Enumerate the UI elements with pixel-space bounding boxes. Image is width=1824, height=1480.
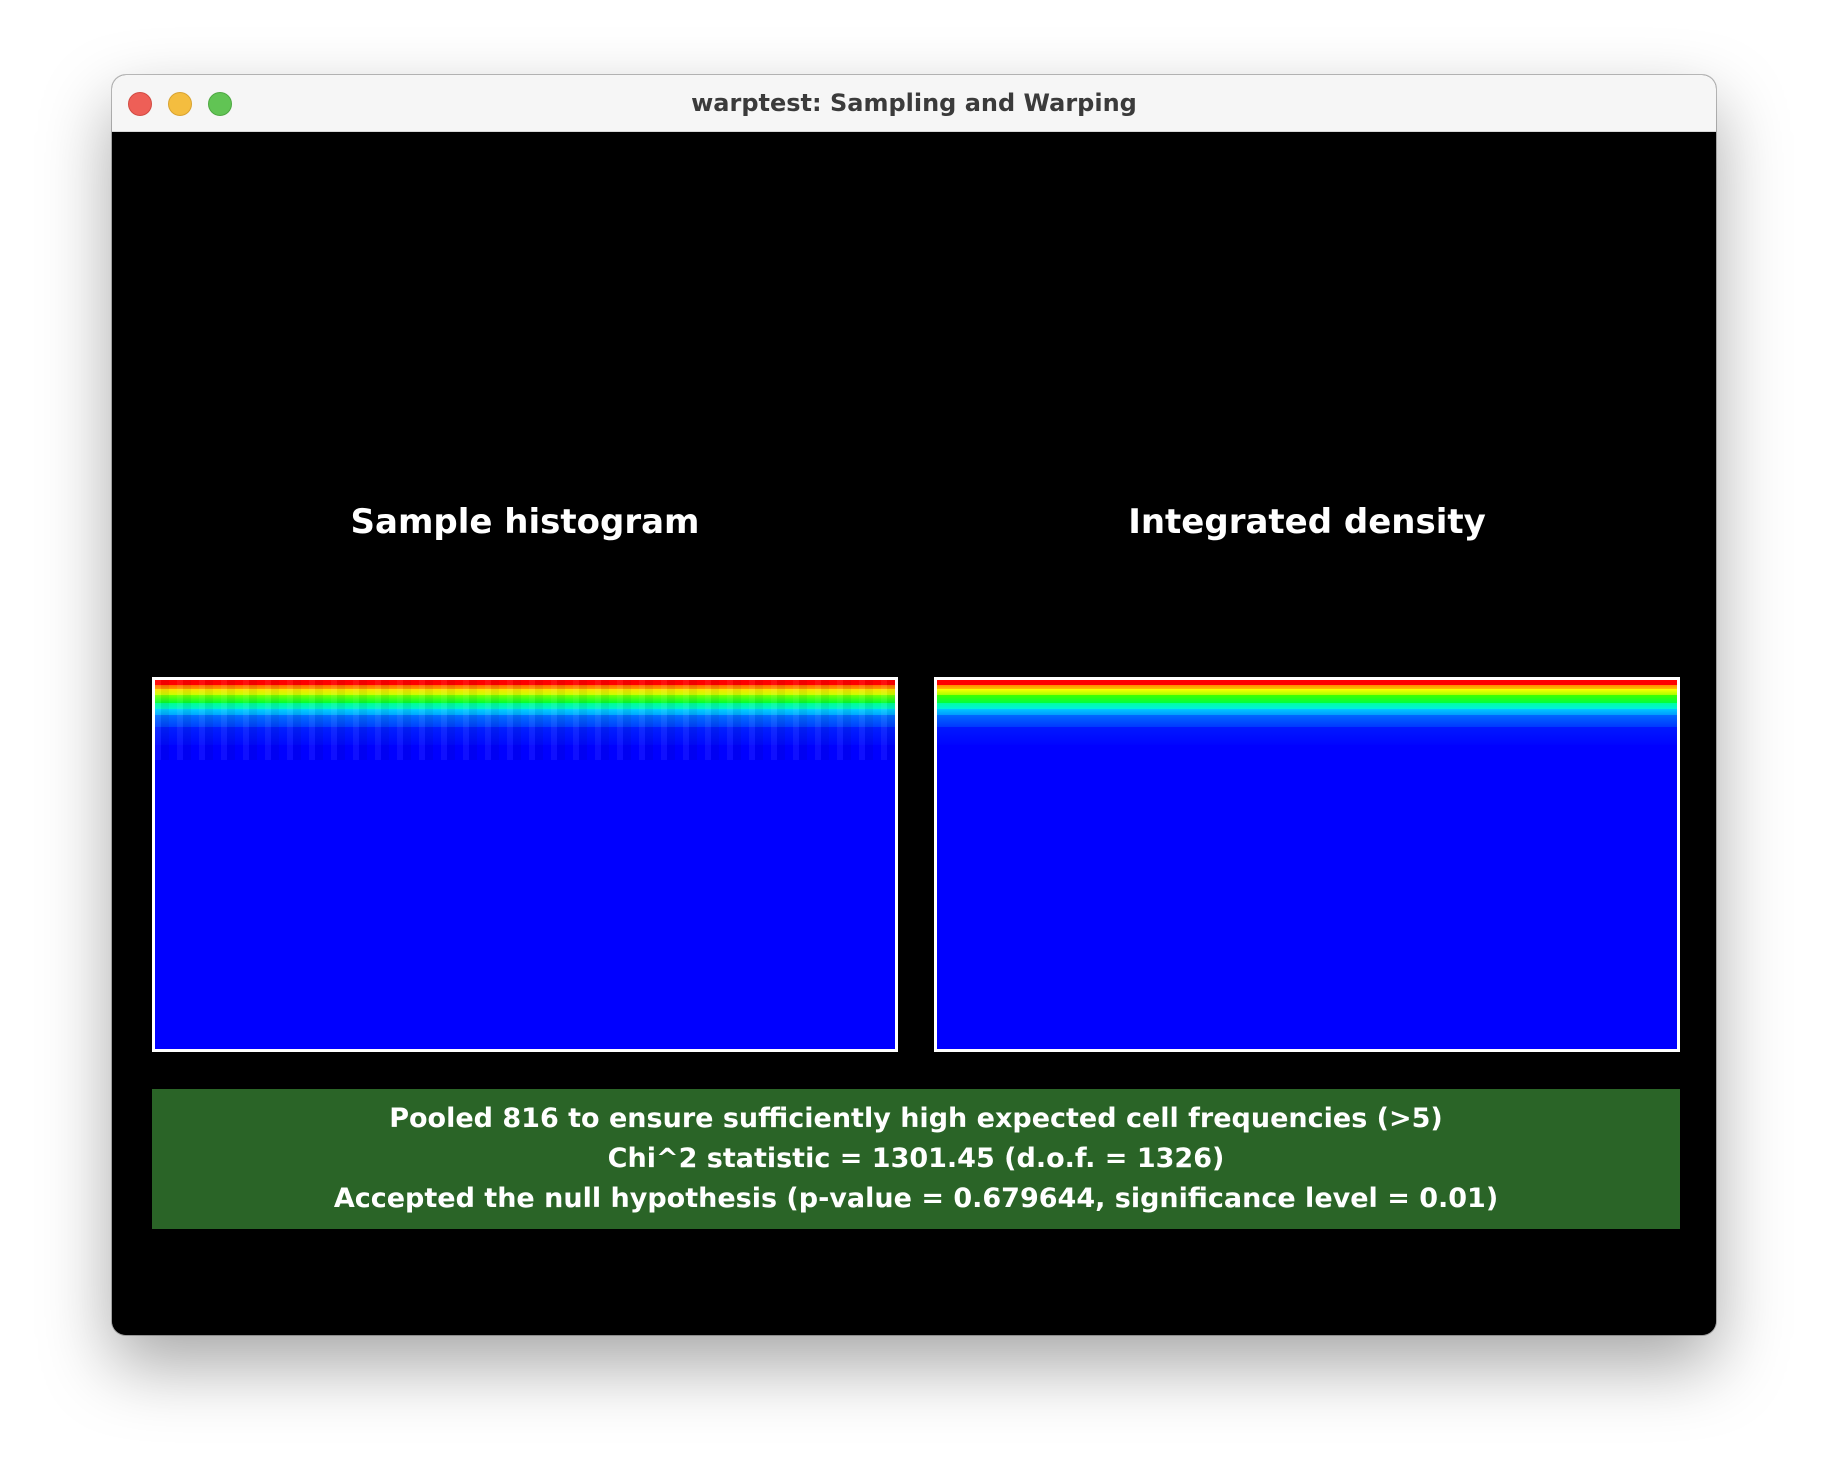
window-title: warptest: Sampling and Warping [691,89,1137,117]
test-result-banner: Pooled 816 to ensure sufficiently high e… [152,1089,1680,1229]
hypothesis-result-text: Accepted the null hypothesis (p-value = … [333,1183,1499,1214]
histogram-noise-overlay [155,680,895,760]
sample-histogram-title: Sample histogram [350,502,700,542]
app-window: warptest: Sampling and Warping Sample hi… [112,75,1716,1335]
density-color-bands [937,680,1677,760]
chi2-statistic-text: Chi^2 statistic = 1301.45 (d.o.f. = 1326… [607,1143,1225,1174]
title-bar[interactable]: warptest: Sampling and Warping [112,75,1716,132]
main-canvas: Sample histogram Integrated density Pool… [112,132,1716,1335]
sample-histogram-plot [152,677,898,1052]
integrated-density-plot [934,677,1680,1052]
integrated-density-title: Integrated density [1128,502,1486,542]
pooled-info-text: Pooled 816 to ensure sufficiently high e… [389,1103,1443,1134]
